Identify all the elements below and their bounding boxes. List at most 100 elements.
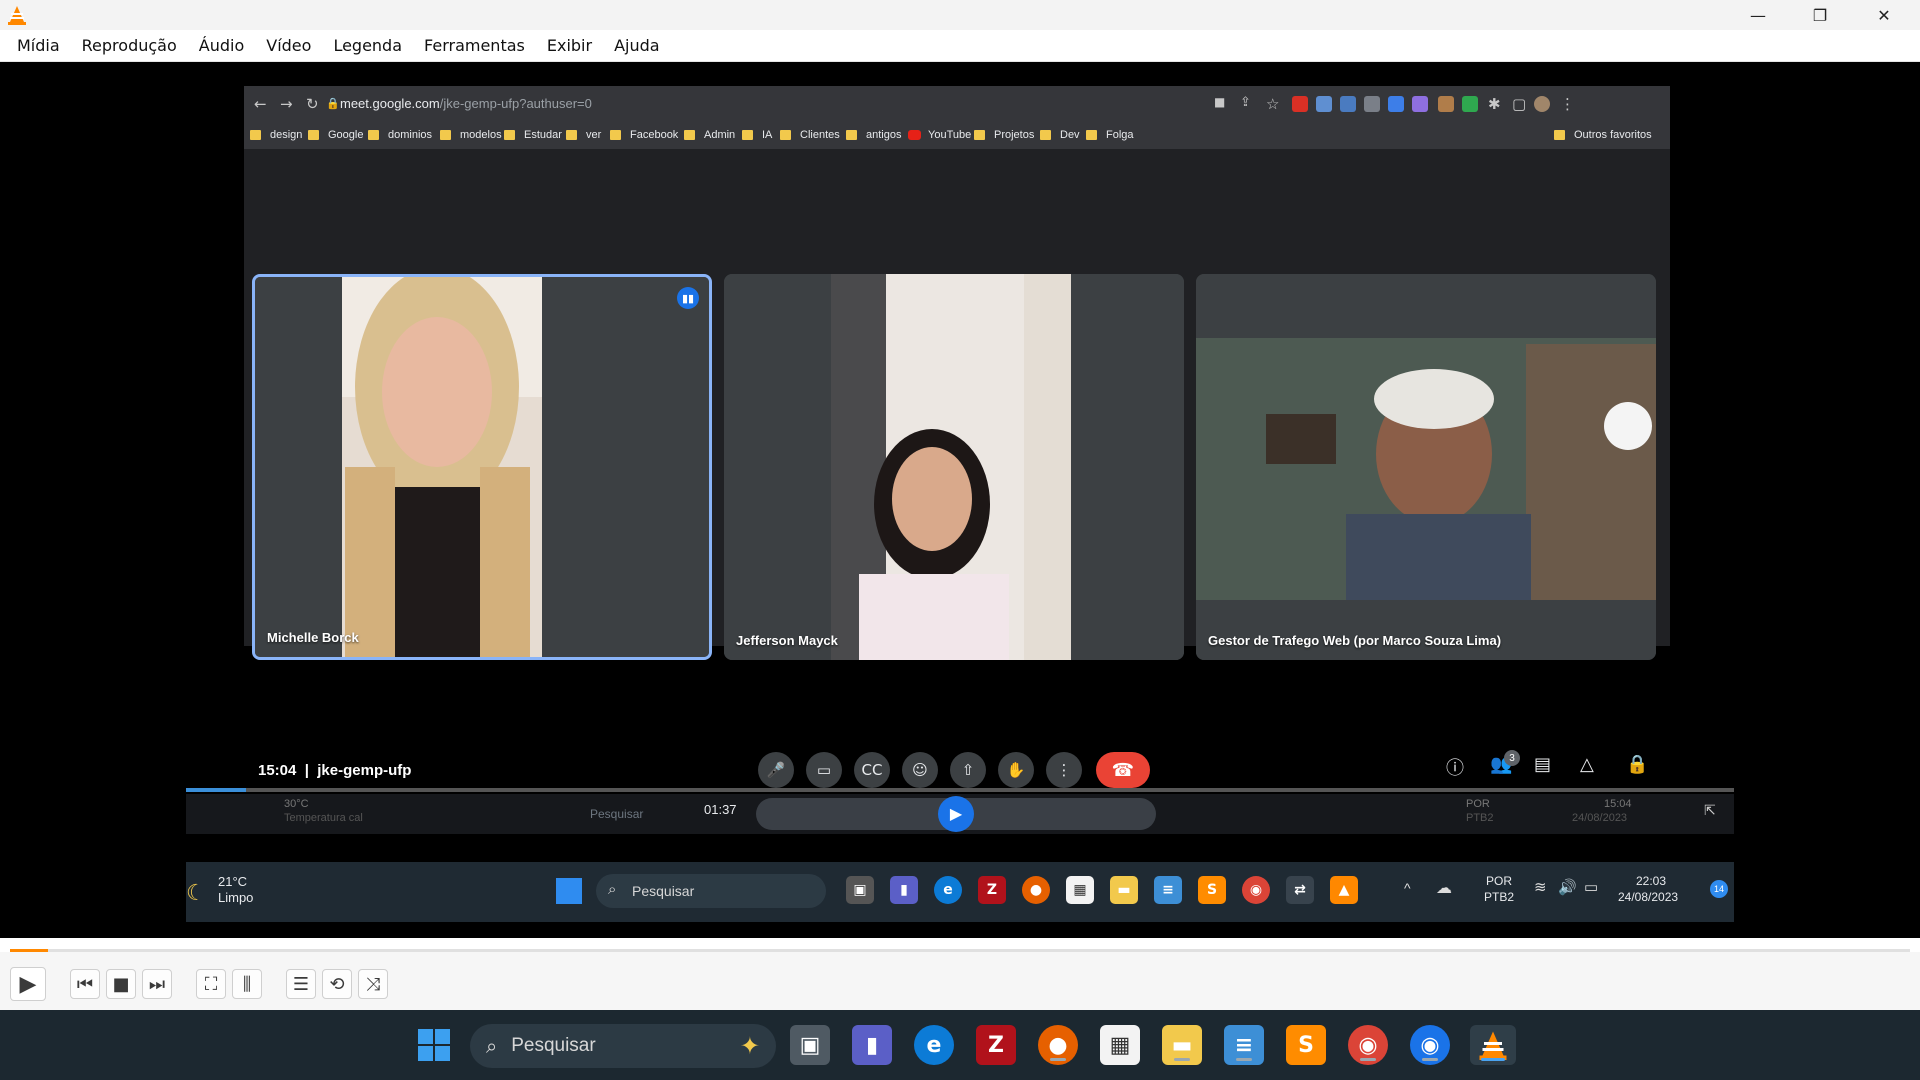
teams-icon: ▮ <box>890 876 918 904</box>
bookmark-youtube: YouTube <box>908 129 971 141</box>
browser-url: meet.google.com/jke-gemp-ufp?authuser=0 <box>340 96 592 111</box>
chevron-up-icon: ^ <box>1404 880 1411 896</box>
menu-legenda[interactable]: Legenda <box>322 36 413 55</box>
bookmark-projetos: Projetos <box>974 129 1034 141</box>
taskbar-search-box[interactable]: ⌕ Pesquisar ✦ <box>470 1024 776 1068</box>
playlist-button[interactable]: ☰ <box>286 969 316 999</box>
close-button[interactable]: ✕ <box>1854 0 1914 30</box>
participant-tile-2: Jefferson Mayck <box>724 274 1184 660</box>
menu-midia[interactable]: Mídia <box>6 36 71 55</box>
meet-clock: 15:04 | jke-gemp-ufp <box>258 762 411 779</box>
menu-reproducao[interactable]: Reprodução <box>71 36 188 55</box>
bookmark-label: Clientes <box>800 129 840 141</box>
play-button[interactable]: ▶ <box>10 967 46 1001</box>
extension-icon <box>1462 96 1478 112</box>
bookmark-outros-favoritos: Outros favoritos <box>1554 129 1652 141</box>
previous-button[interactable]: ⏮ <box>70 969 100 999</box>
folder-icon <box>610 130 621 140</box>
minimize-button[interactable]: — <box>1728 0 1788 30</box>
raise-hand-icon: ✋ <box>998 752 1034 788</box>
file-explorer-button[interactable]: ▬ <box>1162 1025 1202 1065</box>
video-area[interactable]: ← → ↻ 🔒 meet.google.com/jke-gemp-ufp?aut… <box>0 62 1920 938</box>
camera-icon: ▭ <box>806 752 842 788</box>
recorded-controls-bar: 30°C Temperatura cal Pesquisar 01:37 ▶ P… <box>186 794 1734 834</box>
menu-video[interactable]: Vídeo <box>255 36 322 55</box>
recorded-weather2-desc: Limpo <box>218 890 254 905</box>
vlc-cone-icon <box>1479 1031 1507 1060</box>
separator: | <box>304 762 309 779</box>
stop-button[interactable]: ■ <box>106 969 136 999</box>
firefox-button[interactable]: ● <box>1038 1025 1078 1065</box>
bookmark-google: Google <box>308 129 363 141</box>
bookmark-label: antigos <box>866 129 902 141</box>
folder-icon <box>780 130 791 140</box>
recorded-search-box: ⌕ Pesquisar <box>596 874 826 908</box>
recorded-lang-sub: PTB2 <box>1466 812 1494 824</box>
extension-icon <box>1364 96 1380 112</box>
filezilla-button[interactable]: Z <box>976 1025 1016 1065</box>
restore-button[interactable]: ❐ <box>1790 0 1850 30</box>
recorded-weather-desc: Temperatura cal <box>284 812 363 824</box>
task-view-button[interactable]: ▣ <box>790 1025 830 1065</box>
folder-icon <box>1554 130 1565 140</box>
shuffle-button[interactable]: ⤨ <box>358 969 388 999</box>
menu-ferramentas[interactable]: Ferramentas <box>413 36 536 55</box>
menu-exibir[interactable]: Exibir <box>536 36 603 55</box>
participant-tile-3: Gestor de Trafego Web (por Marco Souza L… <box>1196 274 1656 660</box>
next-button[interactable]: ⏭ <box>142 969 172 999</box>
present-icon: ⇧ <box>950 752 986 788</box>
participant-video <box>1196 274 1656 660</box>
notification-badge: 14 <box>1710 880 1728 898</box>
menu-audio[interactable]: Áudio <box>188 36 255 55</box>
captions-icon: CC <box>854 752 890 788</box>
sublime-button[interactable]: S <box>1286 1025 1326 1065</box>
recorded-clock-date: 24/08/2023 <box>1572 812 1628 824</box>
puzzle-icon: ✱ <box>1488 95 1501 113</box>
windows-start-button[interactable] <box>414 1025 454 1065</box>
chrome-profile-button[interactable]: ◉ <box>1410 1025 1450 1065</box>
bookmark-label: Outros favoritos <box>1574 129 1652 141</box>
chrome-button[interactable]: ◉ <box>1348 1025 1388 1065</box>
folder-icon <box>368 130 379 140</box>
bookmark-antigos: antigos <box>846 129 901 141</box>
edge-button[interactable]: e <box>914 1025 954 1065</box>
recorded-weather-temp: 30°C <box>284 798 309 810</box>
bookmark-dev: Dev <box>1040 129 1080 141</box>
running-indicator <box>1236 1058 1252 1061</box>
extension-icon <box>1292 96 1308 112</box>
recorded-clock2-time: 22:03 <box>1636 874 1667 888</box>
popout-icon: ⇱ <box>1704 802 1716 818</box>
running-indicator <box>1360 1058 1376 1061</box>
search-highlight-icon: ✦ <box>739 1033 760 1060</box>
participant-name: Gestor de Trafego Web (por Marco Souza L… <box>1208 633 1502 648</box>
menu-ajuda[interactable]: Ajuda <box>603 36 671 55</box>
moon-icon: ☾ <box>186 880 206 905</box>
recorded-taskbar: ☾ 21°C Limpo ⌕ Pesquisar ▣ ▮ e Z ● ▦ ▬ ≡… <box>186 862 1734 922</box>
emoji-icon: ☺ <box>902 752 938 788</box>
wifi-icon: ≋ <box>1534 879 1547 896</box>
kebab-menu-icon: ⋮ <box>1560 95 1575 113</box>
vlc-controls: ▶ ⏮ ■ ⏭ ⛶ ⫼ ☰ ⟲ ⤨ <box>0 952 1920 1010</box>
teams-button[interactable]: ▮ <box>852 1025 892 1065</box>
loop-button[interactable]: ⟲ <box>322 969 352 999</box>
search-icon: ⌕ <box>608 881 617 898</box>
vlc-button[interactable] <box>1470 1025 1516 1065</box>
speaking-indicator-icon: ▮▮ <box>677 287 699 309</box>
vlc-menu-bar: Mídia Reprodução Áudio Vídeo Legenda Fer… <box>0 30 1920 62</box>
participant-name: Jefferson Mayck <box>736 633 838 648</box>
lock-icon: 🔒 <box>326 97 340 110</box>
camera-icon: ■ <box>1214 95 1226 109</box>
forward-icon: → <box>280 95 293 113</box>
notepad-button[interactable]: ≡ <box>1224 1025 1264 1065</box>
notepad-icon: ≡ <box>1154 876 1182 904</box>
fullscreen-button[interactable]: ⛶ <box>196 969 226 999</box>
folder-icon <box>1040 130 1051 140</box>
extended-settings-button[interactable]: ⫼ <box>232 969 262 999</box>
end-call-icon: ☎ <box>1096 752 1150 788</box>
bookmark-label: Estudar <box>524 129 562 141</box>
bookmark-label: Admin <box>704 129 736 141</box>
sublime-icon: S <box>1198 876 1226 904</box>
bookmarks-bar: design Google dominios modelos Estudar v… <box>244 122 1670 150</box>
store-button[interactable]: ▦ <box>1100 1025 1140 1065</box>
bookmark-label: YouTube <box>928 129 972 141</box>
